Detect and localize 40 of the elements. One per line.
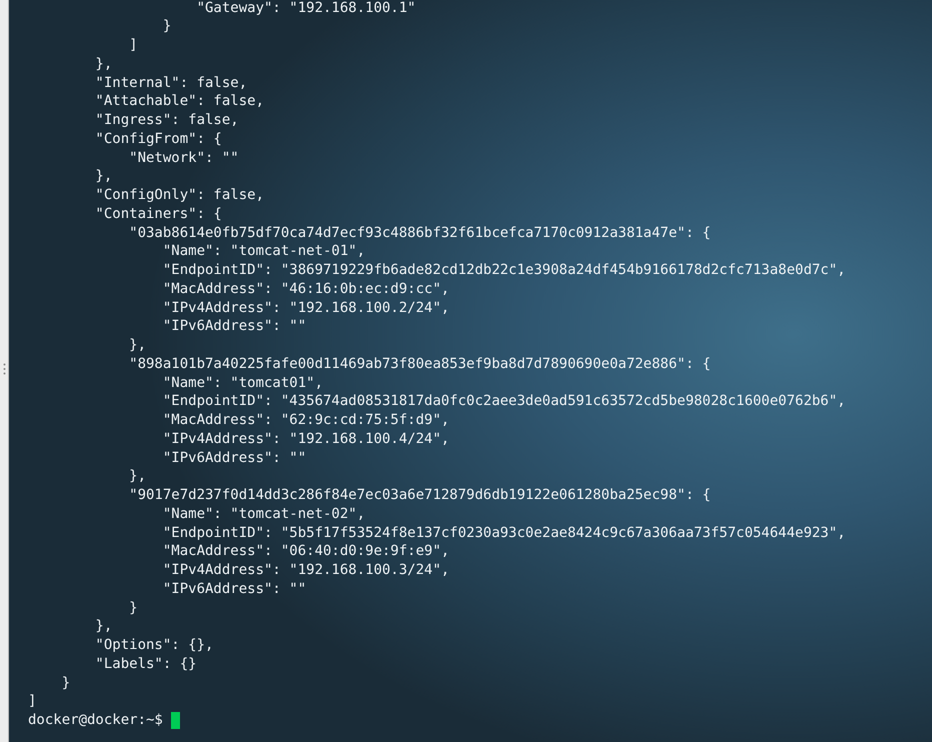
output-line: "ConfigOnly": false,	[94, 186, 264, 205]
output-line: "Name": "tomcat01",	[162, 374, 324, 392]
output-line: },	[128, 467, 146, 486]
output-line: "Ingress": false,	[94, 111, 239, 130]
output-line: "EndpointID": "5b5f17f53524f8e137cf0230a93c0e2ae8424c9c67a306aa73f57c054644e923",	[162, 524, 846, 542]
output-line: "Internal": false,	[94, 74, 248, 92]
output-line: "03ab8614e0fb75df70ca74d7ecf93c4886bf32f61bcefca7170c0912a381a47e": {	[128, 224, 711, 242]
output-line: ]	[28, 692, 36, 711]
output-line: "EndpointID": "435674ad08531817da0fc0c2aee3de0ad591c63572cd5be98028c1600e0762b6",	[162, 392, 846, 411]
output-line: "MacAddress": "46:16:0b:ec:d9:cc",	[162, 280, 450, 298]
output-line: },	[94, 167, 112, 186]
output-line: }	[60, 674, 70, 692]
output-line: "Labels": {}	[94, 654, 197, 674]
shell-prompt: docker@docker:~$	[28, 711, 163, 730]
output-line: "EndpointID": "3869719229fb6ade82cd12db22c1e3908a24df454b9166178d2cfc713a8e0d7c",	[162, 261, 846, 280]
output-line: "Name": "tomcat-net-01",	[162, 242, 366, 261]
output-line: "MacAddress": "62:9c:cd:75:5f:d9",	[162, 411, 450, 430]
output-line: "Containers": {	[94, 204, 222, 224]
output-line: "ConfigFrom": {	[94, 130, 222, 148]
output-line: },	[94, 54, 112, 74]
output-line: }	[128, 598, 138, 618]
output-line: "9017e7d237f0d14dd3c286f84e7ec03a6e712879d6db19122e061280ba25ec98": {	[128, 486, 711, 505]
output-line: "898a101b7a40225fafe00d11469ab73f80ea853ef9ba8d7d7890690e0a72e886": {	[128, 354, 711, 374]
output-line: "Network": ""	[128, 148, 239, 168]
output-line: "IPv6Address": ""	[162, 580, 306, 598]
output-line: "IPv4Address": "192.168.100.3/24",	[162, 561, 450, 580]
output-line: "IPv4Address": "192.168.100.2/24",	[162, 298, 450, 318]
output-line: },	[94, 617, 112, 636]
output-line: "Options": {},	[94, 636, 214, 655]
output-line: "IPv4Address": "192.168.100.4/24",	[162, 430, 450, 448]
drag-handle-icon[interactable]	[2, 363, 6, 375]
output-line: "IPv6Address": ""	[162, 448, 306, 468]
output-line: "MacAddress": "06:40:d0:9e:9f:e9",	[162, 542, 450, 561]
output-line: },	[128, 336, 146, 355]
output-line: ]	[128, 36, 138, 55]
output-line: "Attachable": false,	[94, 92, 264, 111]
output-line: "Gateway": "192.168.100.1"	[196, 0, 416, 18]
output-line: }	[162, 17, 172, 36]
output-line: "Name": "tomcat-net-02",	[162, 504, 366, 524]
output-line: "IPv6Address": ""	[162, 317, 306, 336]
